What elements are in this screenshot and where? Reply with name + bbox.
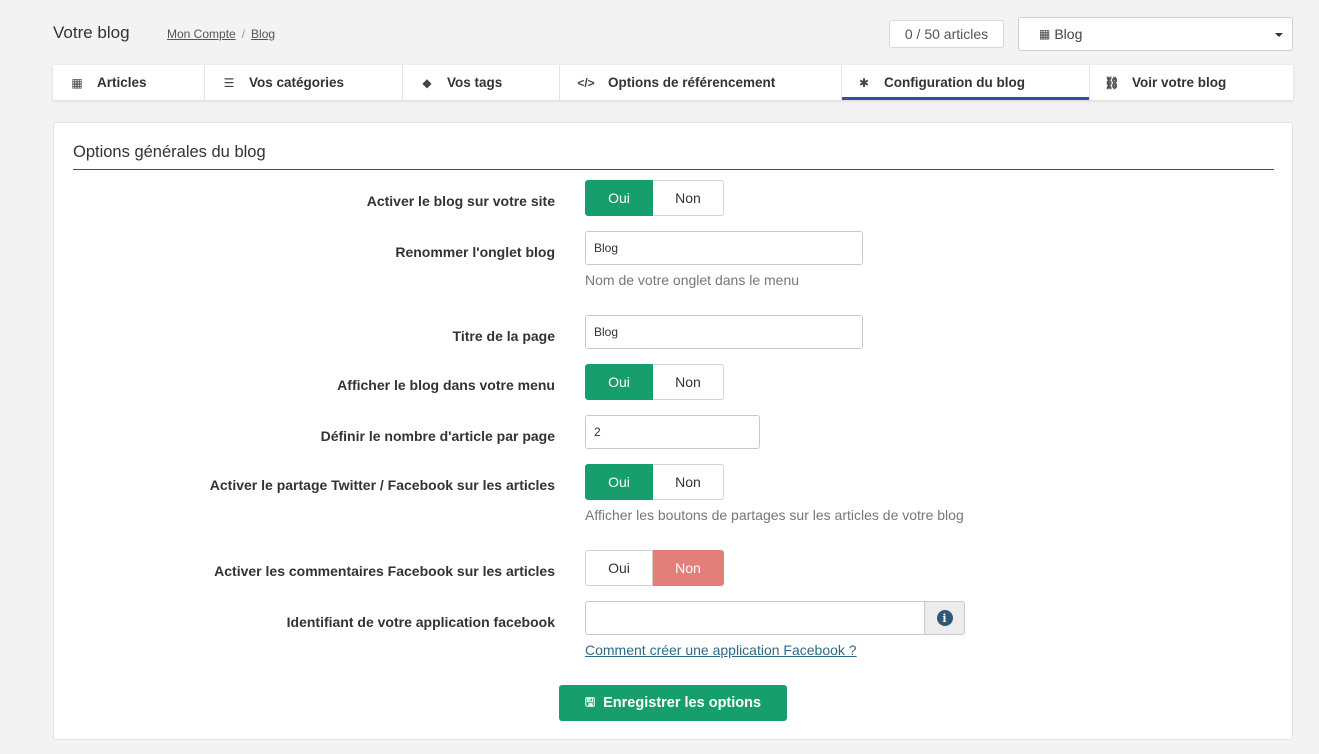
tab-label: Configuration du blog — [884, 75, 1025, 90]
save-options-button[interactable]: 🖫 Enregistrer les options — [559, 685, 787, 721]
fb-app-id-input[interactable] — [585, 601, 924, 635]
list-icon: ☰ — [223, 75, 235, 90]
show-in-menu-no[interactable]: Non — [653, 364, 724, 400]
tab-seo-options[interactable]: </> Options de référencement — [560, 65, 842, 100]
section-divider — [73, 169, 1274, 170]
breadcrumb-separator: / — [241, 27, 246, 41]
page-title-input[interactable] — [585, 315, 863, 349]
code-icon: </> — [577, 75, 595, 90]
show-in-menu-label: Afficher le blog dans votre menu — [337, 377, 555, 393]
breadcrumb-mon-compte[interactable]: Mon Compte — [167, 27, 236, 41]
tab-label: Articles — [97, 75, 147, 90]
show-in-menu-yes[interactable]: Oui — [585, 364, 653, 400]
social-share-label: Activer le partage Twitter / Facebook su… — [209, 477, 555, 493]
page-title-label: Titre de la page — [452, 328, 555, 344]
rename-tab-input[interactable] — [585, 231, 863, 265]
enable-blog-label: Activer le blog sur votre site — [366, 193, 555, 209]
fb-app-help-link[interactable]: Comment créer une application Facebook ? — [585, 642, 857, 658]
tags-icon: ◆ — [422, 75, 432, 90]
fb-app-id-group: i — [585, 601, 965, 635]
fb-comments-label: Activer les commentaires Facebook sur le… — [214, 563, 555, 579]
tab-tags[interactable]: ◆ Vos tags — [403, 65, 560, 100]
social-share-no[interactable]: Non — [653, 464, 724, 500]
save-icon: 🖫 — [584, 694, 596, 709]
breadcrumb: Mon Compte / Blog — [167, 27, 275, 41]
social-share-yes[interactable]: Oui — [585, 464, 653, 500]
fb-app-id-info-button[interactable]: i — [924, 601, 965, 635]
articles-per-page-label: Définir le nombre d'article par page — [320, 428, 555, 444]
tab-label: Voir votre blog — [1132, 75, 1227, 90]
save-options-label: Enregistrer les options — [603, 695, 762, 711]
tab-blog-configuration[interactable]: ✱ Configuration du blog — [842, 65, 1090, 100]
social-share-toggle: Oui Non — [585, 464, 724, 500]
fb-comments-yes[interactable]: Oui — [585, 550, 653, 586]
tab-label: Vos tags — [447, 75, 503, 90]
breadcrumb-blog[interactable]: Blog — [251, 27, 275, 41]
info-circle-icon: i — [936, 610, 953, 626]
tab-label: Vos catégories — [249, 75, 345, 90]
blog-select-value: Blog — [1054, 26, 1083, 42]
social-share-help: Afficher les boutons de partages sur les… — [585, 507, 964, 523]
fb-app-id-label: Identifiant de votre application faceboo… — [286, 614, 555, 630]
newspaper-icon: ▦ — [71, 75, 83, 90]
gear-icon: ✱ — [858, 75, 870, 90]
tab-view-blog[interactable]: ⛓ Voir votre blog — [1090, 65, 1293, 100]
enable-blog-toggle: Oui Non — [585, 180, 724, 216]
link-icon: ⛓ — [1104, 75, 1120, 90]
tab-categories[interactable]: ☰ Vos catégories — [205, 65, 403, 100]
blog-select[interactable]: ▦ Blog — [1018, 17, 1293, 51]
tab-articles[interactable]: ▦ Articles — [53, 65, 205, 100]
show-in-menu-toggle: Oui Non — [585, 364, 724, 400]
tab-label: Options de référencement — [608, 75, 776, 90]
fb-comments-no[interactable]: Non — [653, 550, 724, 586]
blog-options-panel: Options générales du blog Activer le blo… — [53, 122, 1293, 740]
section-title: Options générales du blog — [73, 143, 266, 161]
rename-tab-label: Renommer l'onglet blog — [395, 244, 555, 260]
blog-tabs: ▦ Articles ☰ Vos catégories ◆ Vos tags <… — [53, 65, 1293, 100]
article-count-badge: 0 / 50 articles — [889, 20, 1004, 48]
rename-tab-help: Nom de votre onglet dans le menu — [585, 272, 800, 288]
caret-down-icon — [1275, 33, 1283, 37]
page-title: Votre blog — [53, 23, 130, 42]
newspaper-icon: ▦ — [1039, 27, 1051, 41]
articles-per-page-input[interactable] — [585, 415, 760, 449]
enable-blog-no[interactable]: Non — [653, 180, 724, 216]
enable-blog-yes[interactable]: Oui — [585, 180, 653, 216]
fb-comments-toggle: Oui Non — [585, 550, 724, 586]
